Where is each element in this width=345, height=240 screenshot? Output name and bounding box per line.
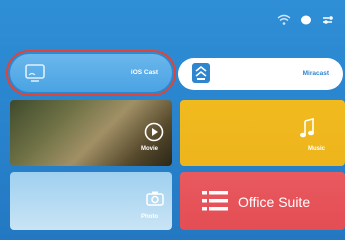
movie-tile[interactable]: Movie bbox=[10, 100, 172, 166]
photo-tile[interactable]: Photo bbox=[10, 172, 172, 230]
bluetooth-icon bbox=[299, 14, 313, 26]
music-tile[interactable]: Music bbox=[180, 100, 345, 166]
miracast-icon bbox=[191, 62, 211, 84]
launcher-screen: iOS Cast Miracast Movie Music Photo Offi… bbox=[0, 0, 345, 240]
status-bar bbox=[277, 14, 335, 26]
ios-cast-label: iOS Cast bbox=[130, 69, 158, 76]
music-note-icon bbox=[298, 117, 316, 140]
play-icon bbox=[144, 122, 164, 142]
wifi-icon bbox=[277, 14, 291, 26]
music-label: Music bbox=[307, 146, 325, 152]
camera-icon bbox=[146, 190, 164, 206]
miracast-tile[interactable]: Miracast bbox=[178, 58, 343, 90]
cast-screen-icon bbox=[24, 63, 46, 83]
photo-label: Photo bbox=[141, 214, 158, 220]
movie-label: Movie bbox=[140, 146, 158, 152]
office-suite-label: Office Suite bbox=[238, 194, 311, 210]
settings-icon[interactable] bbox=[321, 14, 335, 26]
office-suite-tile[interactable]: Office Suite bbox=[180, 172, 345, 230]
ios-cast-tile[interactable]: iOS Cast bbox=[6, 50, 176, 96]
document-lines-icon bbox=[202, 191, 228, 211]
miracast-label: Miracast bbox=[302, 70, 329, 77]
